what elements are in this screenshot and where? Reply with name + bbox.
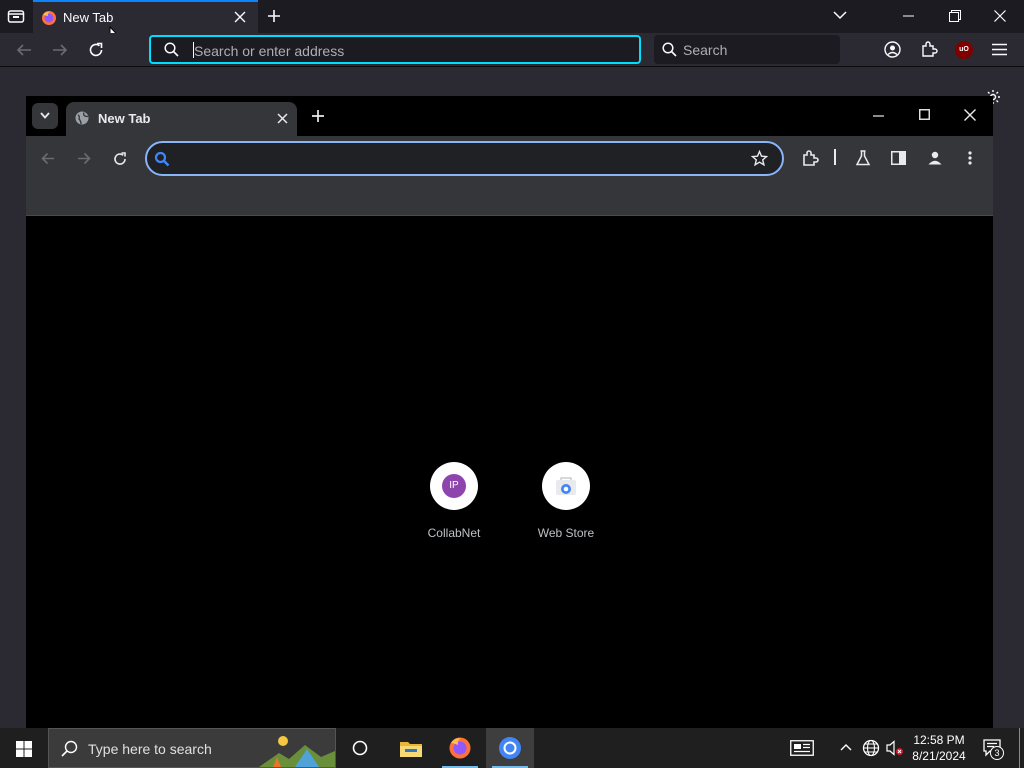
hamburger-menu-icon[interactable]: [992, 43, 1007, 56]
taskbar-search-box[interactable]: Type here to search: [48, 728, 336, 768]
ublock-origin-icon[interactable]: uO: [955, 41, 973, 59]
chrome-toolbar: [26, 136, 993, 176]
chrome-omnibox[interactable]: [145, 141, 784, 176]
taskbar-chrome-button[interactable]: [486, 728, 534, 768]
chrome-tab-label: New Tab: [98, 111, 151, 126]
firefox-view-icon[interactable]: [7, 8, 25, 24]
shortcut-tile-collabnet[interactable]: IP CollabNet: [404, 462, 504, 540]
show-desktop-button[interactable]: [1019, 728, 1020, 768]
notification-count-badge: 3: [990, 746, 1004, 760]
list-all-tabs-chevron-icon[interactable]: [833, 10, 847, 20]
side-panel-icon[interactable]: [891, 151, 906, 165]
search-icon: [61, 740, 78, 757]
chrome-bookmarks-bar: [26, 176, 993, 216]
new-tab-plus-icon[interactable]: [267, 9, 281, 23]
search-icon: [662, 42, 677, 57]
chrome-tab-new-tab[interactable]: New Tab: [66, 102, 297, 136]
firefox-tab-new-tab[interactable]: New Tab: [33, 0, 258, 33]
address-bar-placeholder: Search or enter address: [194, 43, 345, 59]
maximize-icon[interactable]: [919, 109, 930, 120]
shortcut-collabnet-label: CollabNet: [427, 526, 481, 540]
search-icon: [154, 151, 170, 167]
firefox-logo-icon: [41, 10, 57, 26]
network-globe-icon[interactable]: [862, 739, 880, 757]
labs-flask-icon[interactable]: [855, 150, 871, 166]
search-bar-placeholder: Search: [683, 42, 728, 58]
back-arrow-icon[interactable]: [41, 152, 55, 165]
more-menu-kebab-icon[interactable]: [968, 151, 972, 165]
chrome-tab-globe-icon: [75, 111, 89, 125]
show-hidden-icons-chevron-icon[interactable]: [840, 743, 852, 751]
minimize-icon[interactable]: [873, 115, 884, 117]
news-and-interests-icon[interactable]: [790, 740, 814, 756]
chrome-new-tab-page: IP CollabNet Web Store: [26, 217, 993, 728]
clock-date: 8/21/2024: [912, 749, 966, 763]
collabnet-initials-badge: IP: [442, 474, 466, 498]
firefox-search-bar[interactable]: Search: [654, 35, 840, 64]
firefox-tab-label: New Tab: [63, 10, 114, 25]
bookmark-star-icon[interactable]: [751, 150, 768, 167]
chrome-window: New Tab IP CollabNet Web Store: [26, 96, 993, 728]
shortcut-tile-web-store[interactable]: Web Store: [516, 462, 616, 540]
taskbar-task-view-button[interactable]: [336, 728, 384, 768]
tab-search-button[interactable]: [32, 103, 58, 129]
firefox-tab-bar: New Tab: [0, 0, 1024, 45]
firefox-address-bar[interactable]: Search or enter address: [149, 35, 641, 64]
firefox-content-area: New Tab IP CollabNet Web Store: [0, 67, 1024, 728]
close-window-icon[interactable]: [994, 10, 1006, 22]
search-icon: [164, 42, 179, 57]
minimize-icon[interactable]: [903, 15, 914, 17]
volume-muted-icon[interactable]: [886, 740, 904, 756]
firefox-navigation-toolbar: Search or enter address Search uO: [0, 33, 1024, 67]
web-store-icon: [542, 462, 590, 510]
reload-icon[interactable]: [88, 42, 104, 58]
account-icon[interactable]: [884, 41, 901, 58]
taskbar-clock[interactable]: 12:58 PM 8/21/2024: [906, 732, 972, 764]
profile-avatar-icon[interactable]: [928, 151, 942, 165]
taskbar-file-explorer-button[interactable]: [386, 728, 434, 768]
back-arrow-icon[interactable]: [16, 42, 32, 58]
new-tab-plus-icon[interactable]: [312, 110, 324, 122]
extensions-puzzle-icon[interactable]: [920, 40, 938, 58]
restore-icon[interactable]: [949, 10, 961, 22]
search-highlight-camping-icon: [259, 731, 335, 767]
chrome-tab-strip: New Tab: [26, 96, 993, 136]
shortcut-web-store-label: Web Store: [537, 526, 595, 540]
start-button[interactable]: [0, 728, 48, 768]
forward-arrow-icon[interactable]: [77, 152, 91, 165]
forward-arrow-icon[interactable]: [52, 42, 68, 58]
taskbar-firefox-button[interactable]: [436, 728, 484, 768]
close-window-icon[interactable]: [964, 109, 976, 121]
toolbar-divider: [834, 149, 836, 165]
action-center-notifications-icon[interactable]: 3: [983, 739, 1004, 760]
clock-time: 12:58 PM: [913, 733, 965, 747]
windows-taskbar: Type here to search 12:58 PM 8/21/2024 3: [0, 728, 1024, 768]
extensions-puzzle-icon[interactable]: [801, 149, 819, 167]
shortcut-collabnet-icon: IP: [430, 462, 478, 510]
reload-icon[interactable]: [113, 152, 127, 166]
close-tab-icon[interactable]: [234, 11, 246, 23]
close-tab-icon[interactable]: [277, 113, 288, 124]
taskbar-search-placeholder: Type here to search: [88, 741, 212, 757]
